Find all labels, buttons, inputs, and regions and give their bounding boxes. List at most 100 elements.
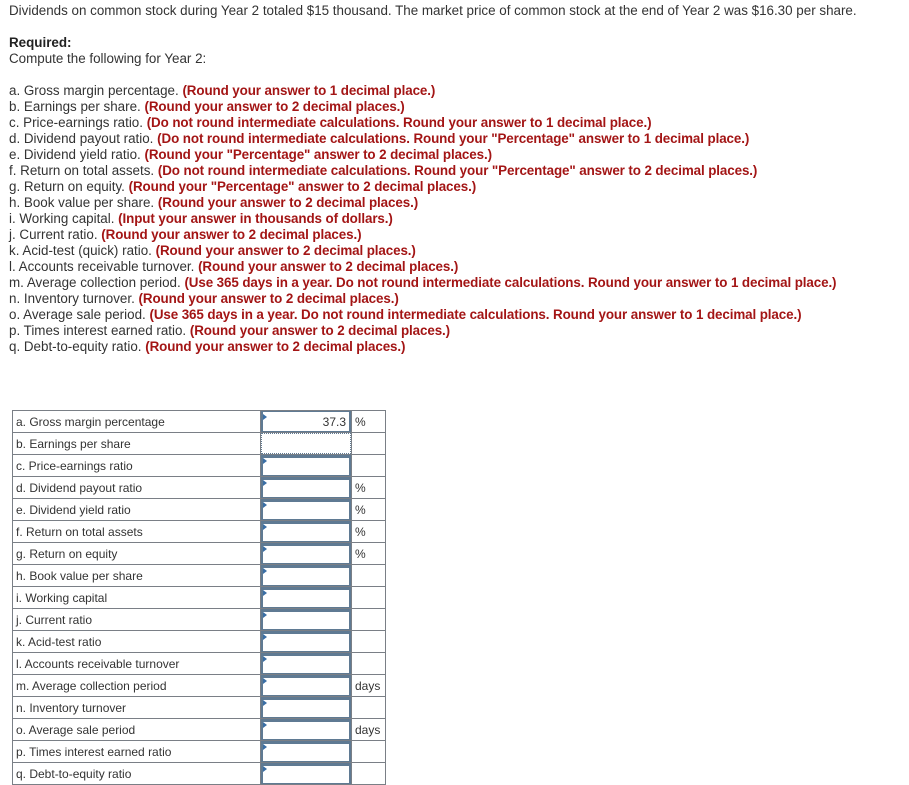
answer-input[interactable] [261, 477, 351, 498]
question-text: m. Average collection period. [9, 275, 181, 290]
question-text: b. Earnings per share. [9, 99, 141, 114]
question-item: k. Acid-test (quick) ratio. (Round your … [9, 243, 889, 259]
unit-label [351, 564, 386, 587]
rounding-instruction: (Do not round intermediate calculations.… [146, 115, 652, 130]
answer-row: q. Debt-to-equity ratio [12, 762, 386, 785]
unit-label: days [351, 718, 386, 741]
answer-input[interactable] [261, 763, 351, 784]
answer-input[interactable] [261, 455, 351, 476]
answer-row: i. Working capital [12, 586, 386, 609]
answer-label: f. Return on total assets [12, 520, 261, 543]
rounding-instruction: (Round your answer to 2 decimal places.) [157, 195, 419, 210]
answer-label: g. Return on equity [12, 542, 261, 565]
answer-input[interactable] [261, 697, 351, 718]
answer-label: o. Average sale period [12, 718, 261, 741]
rounding-instruction: (Use 365 days in a year. Do not round in… [184, 275, 837, 290]
input-marker-icon [263, 634, 267, 640]
input-marker-icon [263, 414, 267, 420]
question-item: e. Dividend yield ratio. (Round your "Pe… [9, 147, 889, 163]
question-item: a. Gross margin percentage. (Round your … [9, 83, 889, 99]
answer-input[interactable] [261, 521, 351, 542]
question-text: p. Times interest earned ratio. [9, 323, 187, 338]
answer-label: q. Debt-to-equity ratio [12, 762, 261, 785]
rounding-instruction: (Round your answer to 2 decimal places.) [145, 339, 406, 354]
answer-input-cell [260, 630, 352, 653]
answer-input-cell [260, 520, 352, 543]
answer-input-cell [260, 476, 352, 499]
answer-row: b. Earnings per share [12, 432, 386, 455]
unit-label [351, 652, 386, 675]
input-marker-icon [263, 458, 267, 464]
question-item: c. Price-earnings ratio. (Do not round i… [9, 115, 889, 131]
answer-input[interactable] [261, 719, 351, 740]
rounding-instruction: (Round your answer to 2 decimal places.) [155, 243, 416, 258]
question-text: l. Accounts receivable turnover. [9, 259, 195, 274]
unit-label: days [351, 674, 386, 697]
answer-input[interactable] [261, 675, 351, 696]
question-item: g. Return on equity. (Round your "Percen… [9, 179, 889, 195]
unit-label: % [351, 520, 386, 543]
rounding-instruction: (Do not round intermediate calculations.… [157, 163, 758, 178]
answer-label: k. Acid-test ratio [12, 630, 261, 653]
answer-input-cell [260, 454, 352, 477]
answer-input-cell [260, 432, 352, 455]
input-marker-icon [263, 568, 267, 574]
question-text: h. Book value per share. [9, 195, 155, 210]
question-text: f. Return on total assets. [9, 163, 155, 178]
rounding-instruction: (Do not round intermediate calculations.… [157, 131, 750, 146]
required-heading: Required: [9, 35, 72, 50]
answer-input-cell [260, 762, 352, 785]
question-text: e. Dividend yield ratio. [9, 147, 141, 162]
question-list: a. Gross margin percentage. (Round your … [9, 83, 889, 355]
rounding-instruction: (Round your answer to 2 decimal places.) [198, 259, 459, 274]
answer-row: k. Acid-test ratio [12, 630, 386, 653]
question-item: n. Inventory turnover. (Round your answe… [9, 291, 889, 307]
rounding-instruction: (Input your answer in thousands of dolla… [118, 211, 393, 226]
answer-input[interactable] [261, 609, 351, 630]
answer-input[interactable] [261, 543, 351, 564]
answer-input[interactable] [261, 653, 351, 674]
input-marker-icon [263, 678, 267, 684]
answer-row: j. Current ratio [12, 608, 386, 631]
answer-input[interactable] [261, 499, 351, 520]
question-item: q. Debt-to-equity ratio. (Round your ans… [9, 339, 889, 355]
answer-label: j. Current ratio [12, 608, 261, 631]
answer-label: h. Book value per share [12, 564, 261, 587]
input-marker-icon [263, 656, 267, 662]
rounding-instruction: (Use 365 days in a year. Do not round in… [149, 307, 802, 322]
answer-label: p. Times interest earned ratio [12, 740, 261, 763]
answer-input[interactable] [261, 433, 351, 454]
answer-input-cell [260, 542, 352, 565]
answer-row: d. Dividend payout ratio% [12, 476, 386, 499]
unit-label [351, 432, 386, 455]
question-item: i. Working capital. (Input your answer i… [9, 211, 889, 227]
unit-label [351, 630, 386, 653]
rounding-instruction: (Round your "Percentage" answer to 2 dec… [128, 179, 477, 194]
question-text: q. Debt-to-equity ratio. [9, 339, 142, 354]
answer-input[interactable] [261, 631, 351, 652]
unit-label [351, 586, 386, 609]
question-text: a. Gross margin percentage. [9, 83, 179, 98]
problem-intro: Dividends on common stock during Year 2 … [9, 3, 857, 18]
input-marker-icon [263, 766, 267, 772]
question-text: n. Inventory turnover. [9, 291, 135, 306]
question-item: m. Average collection period. (Use 365 d… [9, 275, 889, 291]
question-item: l. Accounts receivable turnover. (Round … [9, 259, 889, 275]
unit-label: % [351, 476, 386, 499]
answer-input[interactable] [261, 411, 351, 432]
unit-label: % [351, 542, 386, 565]
rounding-instruction: (Round your "Percentage" answer to 2 dec… [144, 147, 492, 162]
answer-row: c. Price-earnings ratio [12, 454, 386, 477]
answer-input[interactable] [261, 741, 351, 762]
question-item: d. Dividend payout ratio. (Do not round … [9, 131, 889, 147]
input-marker-icon [263, 546, 267, 552]
unit-label: % [351, 498, 386, 521]
answer-row: e. Dividend yield ratio% [12, 498, 386, 521]
input-marker-icon [263, 524, 267, 530]
input-marker-icon [263, 612, 267, 618]
question-text: c. Price-earnings ratio. [9, 115, 143, 130]
answer-input[interactable] [261, 587, 351, 608]
answer-label: i. Working capital [12, 586, 261, 609]
answer-label: l. Accounts receivable turnover [12, 652, 261, 675]
answer-input[interactable] [261, 565, 351, 586]
